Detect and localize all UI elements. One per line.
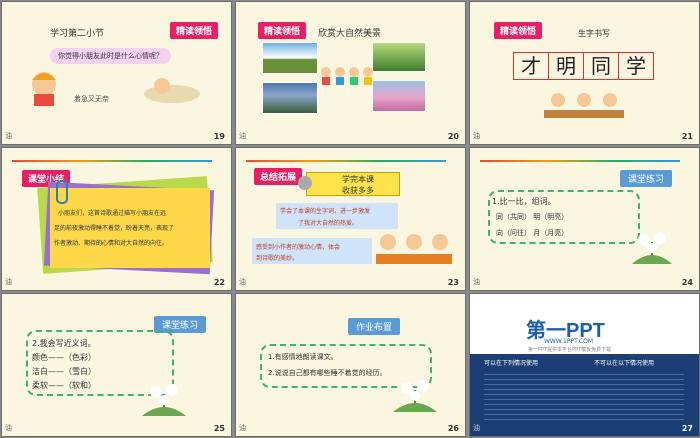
landscape-photo — [372, 42, 426, 72]
slide-24[interactable]: 课堂练习 1.比一比，组词。 同（共同） 明（明亮） 向（问往） 月（月亮） 油… — [470, 148, 699, 290]
slide-number: 24 — [681, 278, 693, 287]
disallowed-usage-heading: 不可以在以下情况使用 — [594, 360, 655, 367]
arrow-shape — [298, 176, 312, 190]
exercise-row: 同（共同） 明（明亮） — [496, 213, 569, 221]
section-badge: 精读领悟 — [170, 22, 219, 39]
slide-number: 27 — [681, 424, 693, 433]
slide-heading: 生字书写 — [578, 29, 610, 38]
summary-line: 足的前夜激动得睡不着觉，盼着天亮，表现了 — [54, 225, 175, 232]
children-reading-illustration — [544, 93, 624, 118]
section-badge: 课堂练习 — [620, 170, 673, 187]
slide-footer: 油 — [5, 132, 12, 140]
takeaway-line: 学会了本课的生字词，进一步激发 — [280, 208, 371, 215]
section-badge: 总结拓展 — [254, 168, 303, 185]
slide-number: 23 — [447, 278, 459, 287]
paperclip-icon — [56, 180, 68, 204]
slide-number: 25 — [213, 424, 225, 433]
homework-item: 2.说说自己都有哪些睡不着觉的经历。 — [268, 369, 387, 377]
exercise-title: 2.我会写近义词。 — [32, 339, 96, 348]
slide-number: 20 — [447, 132, 459, 141]
character-cell: 才 — [513, 52, 549, 80]
children-reading-illustration — [376, 234, 452, 264]
child-illustration — [32, 72, 56, 106]
slide-number: 21 — [681, 132, 693, 141]
brand-url: WWW.1PPT.COM — [544, 338, 594, 345]
slide-number: 22 — [213, 278, 225, 287]
slide-number: 19 — [213, 132, 225, 141]
exercise-title: 1.比一比，组词。 — [492, 197, 556, 206]
slide-21[interactable]: 精读领悟 生字书写 才明同学 油 21 — [470, 2, 699, 144]
slide-23[interactable]: 总结拓展 学完本课 收获多多 学会了本课的生字词，进一步激发 了我对大自然的热爱… — [236, 148, 465, 290]
slide-footer: 油 — [5, 278, 12, 286]
landscape-photo — [262, 82, 318, 114]
exercise-row: 洁白——（雪白） — [32, 367, 96, 376]
header-stripe — [12, 160, 212, 162]
summary-box-line: 收获多多 — [342, 186, 374, 195]
header-stripe — [246, 160, 446, 162]
landscape-photo — [262, 42, 318, 74]
summary-line: 小朋友们，这首诗歌通过描写小朋友在远 — [58, 210, 167, 217]
takeaway-line: 感受到小作者的激动心情，体会 — [256, 244, 341, 251]
character-grid: 才明同学 — [513, 52, 654, 80]
slide-footer: 油 — [473, 424, 480, 432]
slide-footer: 油 — [239, 424, 246, 432]
slide-footer: 油 — [5, 424, 12, 432]
character-cell: 学 — [618, 52, 654, 80]
lily-flower-illustration — [142, 384, 186, 416]
slide-heading: 欣赏大自然美景 — [318, 29, 382, 39]
section-badge: 精读领悟 — [258, 22, 307, 39]
brand-tagline: 第一PPT提供本平台PPT模板免费下载 — [528, 347, 612, 353]
slide-27[interactable]: 第一PPT WWW.1PPT.COM 第一PPT提供本平台PPT模板免费下载 可… — [470, 294, 699, 436]
exercise-row: 颜色——（色彩） — [32, 353, 96, 362]
slide-25[interactable]: 课堂练习 2.我会写近义词。 颜色——（色彩） 洁白——（雪白） 柔软——（软和… — [2, 294, 231, 436]
exercise-row: 向（问往） 月（月亮） — [496, 229, 569, 237]
terms-text-lines — [484, 370, 684, 422]
slide-footer: 油 — [473, 132, 480, 140]
exercise-row: 柔软——（软和） — [32, 381, 96, 390]
section-badge: 精读领悟 — [494, 22, 543, 39]
takeaway-line: 了我对大自然的热爱。 — [298, 220, 359, 227]
summary-line: 作者激动、期待的心情和对大自然的向往。 — [54, 240, 169, 247]
section-badge: 作业布置 — [348, 318, 401, 335]
takeaway-line: 到诗歌的美妙。 — [256, 255, 299, 262]
slide-19[interactable]: 学习第二小节 精读领悟 你觉得小朋友此时是什么心情呢？ 着急又无奈 油 19 — [2, 2, 231, 144]
answer-text: 着急又无奈 — [74, 95, 109, 103]
allowed-usage-heading: 可以在下列情况使用 — [484, 360, 539, 367]
character-cell: 明 — [548, 52, 584, 80]
question-bubble: 你觉得小朋友此时是什么心情呢？ — [50, 48, 171, 64]
slide-number: 26 — [447, 424, 459, 433]
slide-22[interactable]: 课堂小结 小朋友们，这首诗歌通过描写小朋友在远 足的前夜激动得睡不着觉，盼着天亮… — [2, 148, 231, 290]
slide-20[interactable]: 精读领悟 欣赏大自然美景 油 20 — [236, 2, 465, 144]
sleeping-child-illustration — [144, 78, 200, 103]
slide-footer: 油 — [473, 278, 480, 286]
slide-footer: 油 — [239, 132, 246, 140]
slide-heading: 学习第二小节 — [50, 29, 105, 39]
slide-footer: 油 — [239, 278, 246, 286]
lily-flower-illustration — [632, 232, 672, 264]
slide-26[interactable]: 作业布置 1.有感情地朗读课文。 2.说说自己都有哪些睡不着觉的经历。 油 26 — [236, 294, 465, 436]
children-jumping-illustration — [321, 67, 373, 85]
homework-item: 1.有感情地朗读课文。 — [268, 353, 338, 361]
landscape-photo — [372, 80, 426, 112]
summary-box-line: 学完本课 — [342, 175, 374, 184]
lily-flower-illustration — [393, 380, 437, 412]
header-stripe — [480, 160, 680, 162]
character-cell: 同 — [583, 52, 619, 80]
